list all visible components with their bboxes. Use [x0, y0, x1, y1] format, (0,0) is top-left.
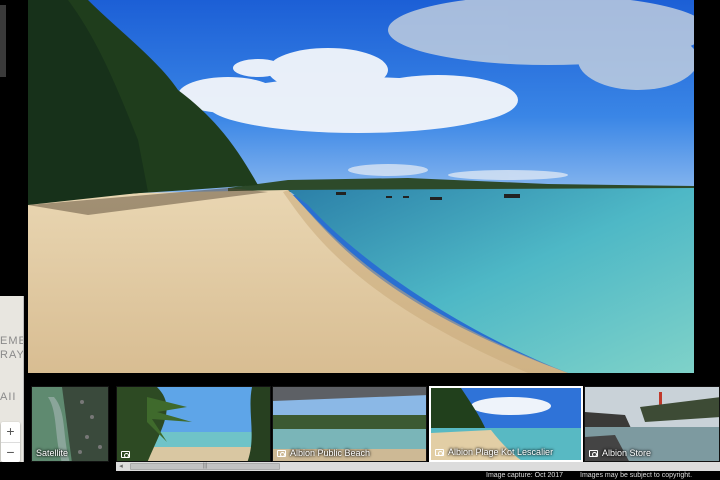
zoom-in-button[interactable]: + [1, 422, 20, 442]
thumbnail-caption: Albion Public Beach [277, 448, 370, 458]
camera-icon [435, 448, 444, 456]
side-panel-tab[interactable] [0, 5, 6, 77]
thumbnail-caption [121, 451, 134, 458]
zoom-out-button[interactable]: − [1, 442, 20, 462]
filmstrip-scrollbar[interactable]: ◂ ||| [116, 462, 720, 471]
photo-filmstrip: Satellite Albion Public Beach Albion Pla… [28, 386, 720, 462]
camera-icon [121, 451, 130, 458]
street-view-frame: EME RAY AII + − Satellite [0, 0, 720, 480]
copyright-notice: Images may be subject to copyright. [580, 472, 693, 479]
thumbnail-photo-palms[interactable] [116, 386, 271, 462]
map-label: EME RAY AII [0, 335, 24, 403]
camera-icon [589, 449, 598, 457]
thumbnail-caption: Albion Store [589, 448, 651, 458]
thumbnail-albion-store[interactable]: Albion Store [584, 386, 720, 462]
image-capture-date: Image capture: Oct 2017 [486, 472, 564, 479]
thumbnail-albion-public-beach[interactable]: Albion Public Beach [272, 386, 427, 462]
thumbnail-caption: Albion Plage Kot Lescalier [435, 447, 553, 457]
scrollbar-thumb[interactable]: ||| [130, 463, 280, 470]
scroll-left-arrow[interactable]: ◂ [116, 462, 126, 471]
thumbnail-albion-plage-kot-lescalier[interactable]: Albion Plage Kot Lescalier [429, 386, 583, 462]
footer-bar: Image capture: Oct 2017 Images may be su… [0, 471, 720, 480]
panorama-photo[interactable] [28, 0, 694, 373]
thumbnail-satellite[interactable]: Satellite [31, 386, 109, 462]
zoom-control: + − [1, 422, 20, 462]
camera-icon [277, 449, 286, 457]
thumbnail-caption: Satellite [36, 448, 69, 458]
